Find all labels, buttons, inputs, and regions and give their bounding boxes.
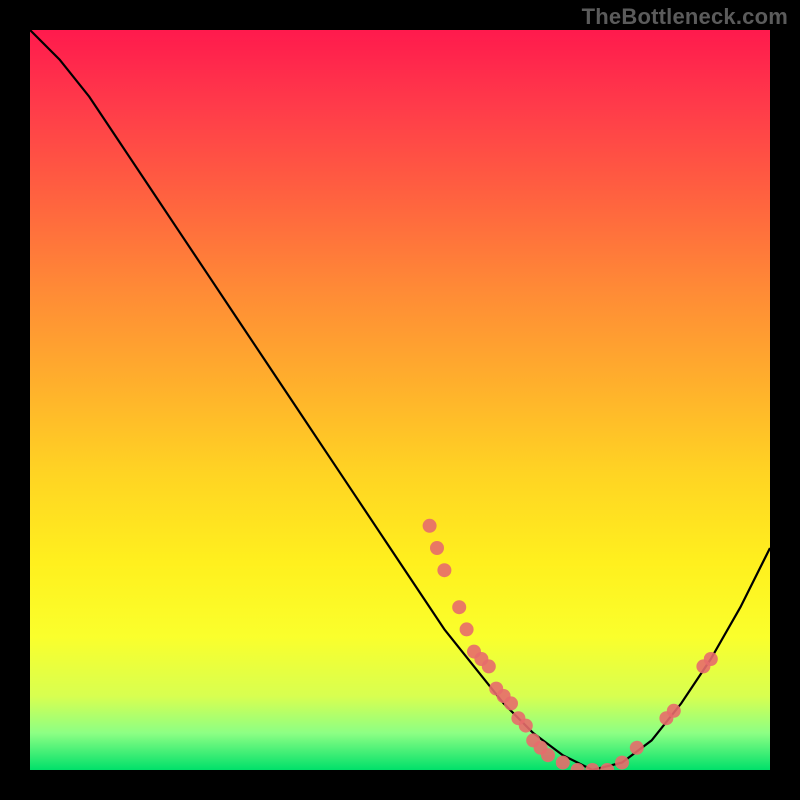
data-marker [519,719,533,733]
data-marker [556,756,570,770]
data-marker [467,645,481,659]
data-marker [615,756,629,770]
chart-frame: TheBottleneck.com [0,0,800,800]
data-marker [659,711,673,725]
data-marker [482,659,496,673]
data-marker [474,652,488,666]
data-marker [497,689,511,703]
data-marker [489,682,503,696]
data-marker [704,652,718,666]
data-marker [534,741,548,755]
data-marker [460,622,474,636]
bottleneck-curve [30,30,770,770]
data-marker [423,519,437,533]
data-marker [430,541,444,555]
data-marker [600,763,614,770]
plot-area [30,30,770,770]
data-marker [504,696,518,710]
data-marker [526,733,540,747]
data-marker [696,659,710,673]
data-marker [585,763,599,770]
data-marker [571,763,585,770]
data-marker [541,748,555,762]
data-marker [452,600,466,614]
watermark-text: TheBottleneck.com [582,4,788,30]
curve-overlay [30,30,770,770]
data-marker [437,563,451,577]
data-marker [630,741,644,755]
data-markers [423,519,718,770]
data-marker [511,711,525,725]
data-marker [667,704,681,718]
